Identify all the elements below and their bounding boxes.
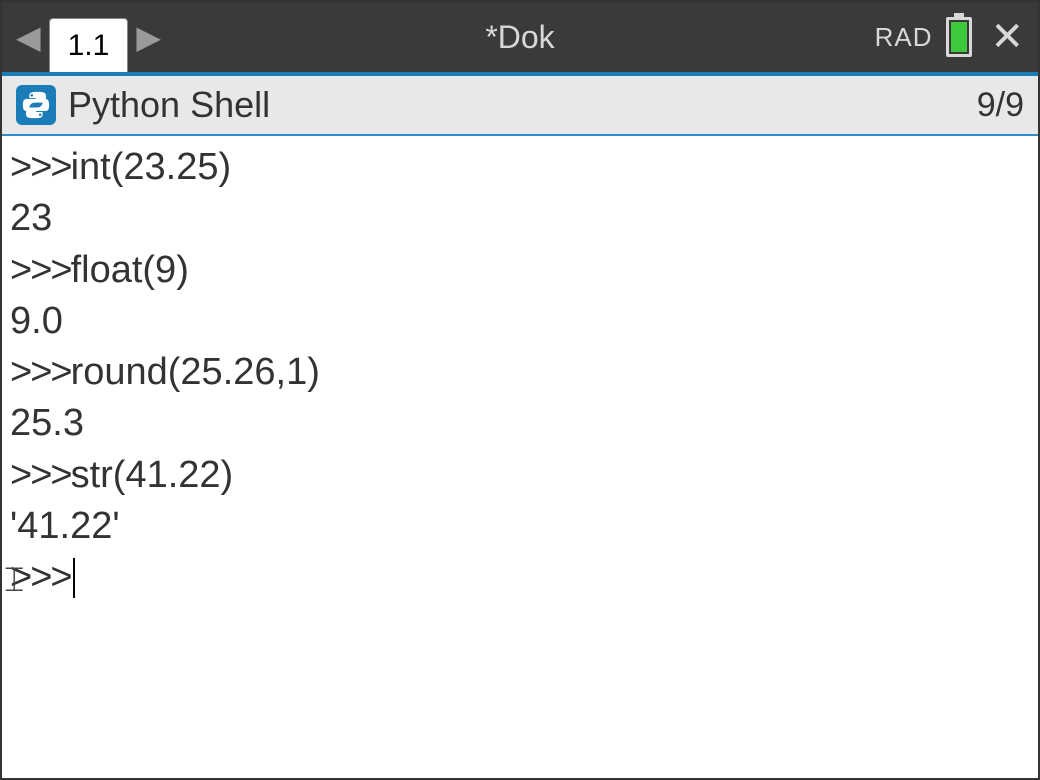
battery-fill bbox=[951, 22, 967, 52]
shell-input-line: >>>int(23.25) bbox=[10, 142, 1030, 193]
tab-label: 1.1 bbox=[68, 29, 110, 63]
shell-counter: 9/9 bbox=[977, 86, 1024, 125]
shell-output-line: 9.0 bbox=[10, 296, 1030, 347]
nav-prev-icon[interactable]: ◀ bbox=[12, 18, 45, 56]
shell-prompt: >>> bbox=[10, 146, 71, 188]
shell-text: 23 bbox=[10, 197, 52, 239]
shell-title: Python Shell bbox=[68, 84, 270, 126]
titlebar: ◀ 1.1 ▶ *Dok RAD ✕ bbox=[2, 2, 1038, 72]
shell-text: 9.0 bbox=[10, 300, 63, 342]
caret bbox=[73, 558, 75, 598]
shell-text: '41.22' bbox=[10, 505, 120, 547]
shell-input-line: >>>str(41.22) bbox=[10, 450, 1030, 501]
shell-output-line: 23 bbox=[10, 193, 1030, 244]
text-cursor-icon: ⌶ bbox=[4, 558, 24, 604]
shell-text: str(41.22) bbox=[71, 454, 234, 496]
angle-mode-indicator: RAD bbox=[875, 22, 933, 53]
battery-icon bbox=[946, 17, 972, 57]
shell-output-line: '41.22' bbox=[10, 501, 1030, 552]
document-title: *Dok bbox=[485, 19, 554, 56]
python-icon bbox=[16, 85, 56, 125]
shell-active-line[interactable]: ⌶ >>> bbox=[10, 552, 1030, 603]
shell-text: int(23.25) bbox=[71, 146, 232, 188]
nav-next-icon[interactable]: ▶ bbox=[132, 18, 165, 56]
shell-prompt: >>> bbox=[10, 454, 71, 496]
status-area: RAD ✕ bbox=[875, 14, 1028, 60]
shell-body[interactable]: >>>int(23.25)23>>>float(9)9.0>>>round(25… bbox=[2, 136, 1038, 610]
shell-input-line: >>>float(9) bbox=[10, 245, 1030, 296]
shell-text: 25.3 bbox=[10, 402, 84, 444]
shell-text: float(9) bbox=[71, 249, 189, 291]
tab-current[interactable]: 1.1 bbox=[49, 18, 129, 72]
shell-text: round(25.26,1) bbox=[71, 351, 320, 393]
shell-prompt: >>> bbox=[10, 351, 71, 393]
shell-input-line: >>>round(25.26,1) bbox=[10, 347, 1030, 398]
close-icon[interactable]: ✕ bbox=[986, 14, 1028, 60]
shell-prompt: >>> bbox=[10, 249, 71, 291]
shell-output-line: 25.3 bbox=[10, 398, 1030, 449]
shell-header: Python Shell 9/9 bbox=[2, 76, 1038, 136]
